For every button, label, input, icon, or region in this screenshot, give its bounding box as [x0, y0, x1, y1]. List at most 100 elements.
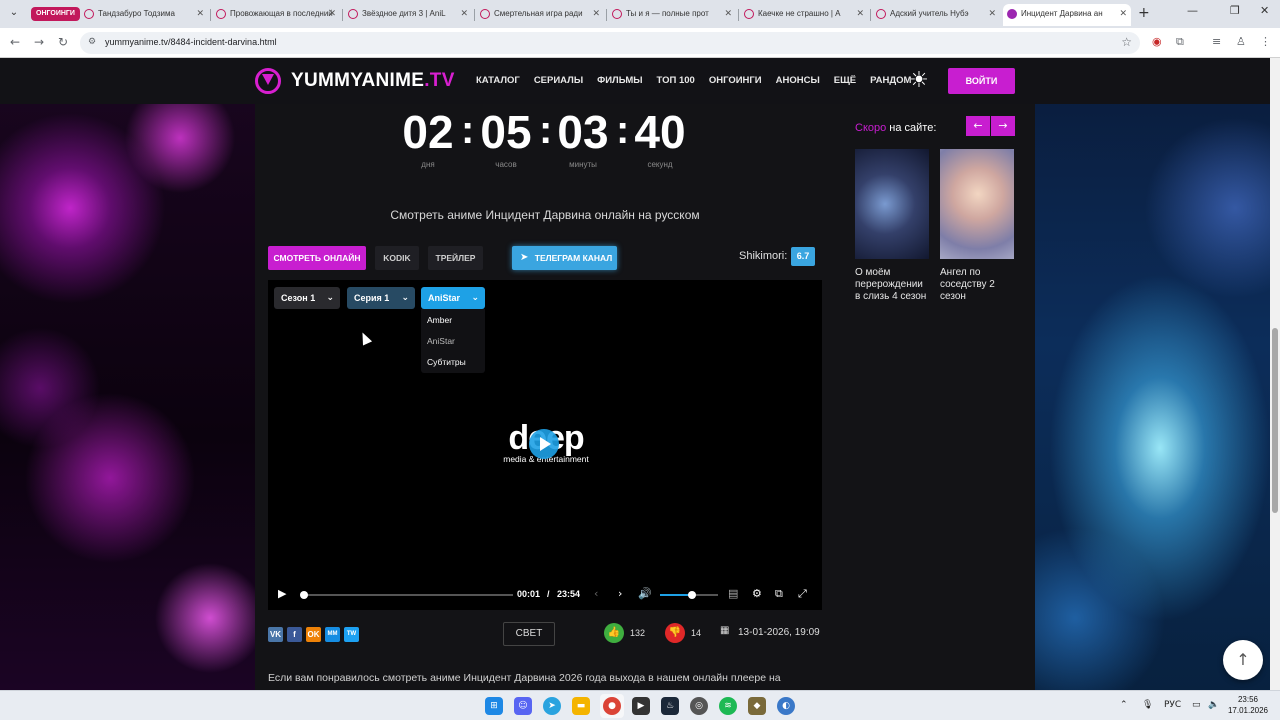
- menu-icon[interactable]: ⋮: [1260, 35, 1271, 48]
- browser-tab-active[interactable]: Инцидент Дарвина ан ✕: [1003, 4, 1131, 26]
- nav-item-top100[interactable]: ТОП 100: [657, 75, 695, 86]
- forward-icon[interactable]: →: [34, 35, 44, 49]
- monitor-icon[interactable]: ▭: [1192, 700, 1201, 710]
- page-scrollbar[interactable]: [1270, 58, 1280, 690]
- coming-soon-card[interactable]: Ангел по соседству 2 сезон: [940, 149, 1014, 303]
- theme-toggle-sun-icon[interactable]: ☀: [907, 69, 931, 93]
- subtitles-icon[interactable]: ▤: [728, 587, 738, 600]
- app-icon[interactable]: ◎: [690, 697, 708, 715]
- app-icon[interactable]: ◐: [777, 697, 795, 715]
- next-episode-icon[interactable]: ›: [618, 587, 622, 600]
- nav-item-catalog[interactable]: КАТАЛОГ: [476, 75, 520, 86]
- browser-tab[interactable]: Звёздное дитя 3 | AniL ✕: [344, 4, 472, 26]
- volume-slider[interactable]: [660, 591, 718, 599]
- nav-item-announcements[interactable]: АНОНСЫ: [776, 75, 820, 86]
- progress-handle[interactable]: [300, 591, 308, 599]
- media-icon[interactable]: ≡: [1212, 35, 1221, 48]
- volume-handle[interactable]: [687, 591, 696, 599]
- browser-tab[interactable]: Тандзабуро Тодзима ✕: [80, 4, 208, 26]
- scrollbar-thumb[interactable]: [1272, 328, 1278, 513]
- light-toggle-button[interactable]: СВЕТ: [503, 622, 555, 646]
- chrome-icon[interactable]: ●: [603, 697, 621, 715]
- popout-icon[interactable]: ⧉: [775, 587, 783, 601]
- file-explorer-icon[interactable]: ▬: [572, 697, 590, 715]
- nav-item-ongoings[interactable]: ОНГОИНГИ: [709, 75, 762, 86]
- tab-search-icon[interactable]: ⌄: [6, 5, 22, 21]
- close-tab-icon[interactable]: ✕: [592, 4, 600, 24]
- bookmark-star-icon[interactable]: ☆: [1121, 35, 1132, 49]
- play-icon[interactable]: ▶: [278, 587, 286, 600]
- arrow-right-icon[interactable]: →: [991, 116, 1015, 136]
- close-tab-icon[interactable]: ✕: [328, 4, 336, 24]
- nav-item-more[interactable]: ЕЩЁ: [834, 75, 856, 86]
- url-field[interactable]: ⚙ yummyanime.tv/8484-incident-darvina.ht…: [80, 32, 1140, 54]
- tab-group-label[interactable]: ОНГОИНГИ: [31, 7, 80, 21]
- tray-chevron-icon[interactable]: ⌃: [1120, 700, 1128, 710]
- coming-soon-card[interactable]: О моём перерождении в слизь 4 сезон: [855, 149, 929, 303]
- close-tab-icon[interactable]: ✕: [460, 4, 468, 24]
- nav-item-random[interactable]: РАНДОМ: [870, 75, 911, 86]
- input-language[interactable]: РУС: [1164, 700, 1181, 710]
- video-player[interactable]: Сезон 1 ⌄ Серия 1 ⌄ AniStar ⌄ Amber AniS…: [268, 280, 822, 610]
- kodik-button[interactable]: KODIK: [375, 246, 419, 270]
- share-facebook-button[interactable]: f: [287, 627, 302, 642]
- nav-item-series[interactable]: СЕРИАЛЫ: [534, 75, 583, 86]
- back-icon[interactable]: ←: [10, 35, 20, 49]
- steam-icon[interactable]: ♨: [661, 697, 679, 715]
- anime-poster[interactable]: [940, 149, 1014, 259]
- nav-item-films[interactable]: ФИЛЬМЫ: [597, 75, 642, 86]
- trailer-button[interactable]: ТРЕЙЛЕР: [428, 246, 483, 270]
- scroll-to-top-button[interactable]: ↑: [1223, 640, 1263, 680]
- minimize-icon[interactable]: —: [1187, 4, 1198, 17]
- anime-title[interactable]: Ангел по соседству 2 сезон: [940, 267, 1014, 303]
- profile-icon[interactable]: ♙: [1236, 35, 1246, 48]
- browser-tab[interactable]: Ты и я — полные прот ✕: [608, 4, 736, 26]
- microphone-icon[interactable]: 🎙: [1142, 700, 1153, 710]
- voice-option[interactable]: Amber: [427, 315, 452, 325]
- watch-online-button[interactable]: СМОТРЕТЬ ОНЛАЙН: [268, 246, 366, 270]
- season-select[interactable]: Сезон 1 ⌄: [274, 287, 340, 309]
- close-tab-icon[interactable]: ✕: [196, 4, 204, 24]
- login-button[interactable]: ВОЙТИ: [948, 68, 1015, 94]
- voice-select[interactable]: AniStar ⌄: [421, 287, 485, 309]
- browser-tab[interactable]: Адский учитель Нубэ ✕: [872, 4, 1000, 26]
- spotify-icon[interactable]: ≋: [719, 697, 737, 715]
- previous-episode-icon[interactable]: ‹: [594, 587, 598, 600]
- browser-tab[interactable]: Каечке не страшно | А ✕: [740, 4, 868, 26]
- system-clock[interactable]: 23:56 17.01.2026: [1226, 694, 1270, 716]
- fullscreen-icon[interactable]: ⤢: [798, 587, 807, 601]
- media-app-icon[interactable]: ▶: [632, 697, 650, 715]
- progress-bar[interactable]: [300, 591, 513, 599]
- browser-tab[interactable]: Смертельная игра ради ✕: [476, 4, 604, 26]
- telegram-icon[interactable]: ➤: [543, 697, 561, 715]
- app-icon[interactable]: ◆: [748, 697, 766, 715]
- share-vk-button[interactable]: VK: [268, 627, 283, 642]
- discord-icon[interactable]: ☺: [514, 697, 532, 715]
- maximize-icon[interactable]: ❐: [1230, 4, 1240, 17]
- reload-icon[interactable]: ↻: [58, 35, 68, 49]
- site-logo[interactable]: YUMMYANIME.TV: [291, 70, 455, 92]
- big-play-button[interactable]: [529, 429, 559, 459]
- extensions-puzzle-icon[interactable]: ⧉: [1176, 35, 1184, 49]
- volume-icon[interactable]: 🔊: [638, 587, 652, 600]
- browser-tab[interactable]: Провожающая в последний ✕: [212, 4, 340, 26]
- anime-poster[interactable]: [855, 149, 929, 259]
- start-windows-icon[interactable]: ⊞: [485, 697, 503, 715]
- telegram-channel-button[interactable]: ➤ ТЕЛЕГРАМ КАНАЛ: [512, 246, 617, 270]
- thumbs-down-icon[interactable]: 👎: [665, 623, 685, 643]
- share-mailru-button[interactable]: MM: [325, 627, 340, 642]
- settings-gear-icon[interactable]: ⚙: [752, 587, 762, 600]
- share-ok-button[interactable]: OK: [306, 627, 321, 642]
- anime-title[interactable]: О моём перерождении в слизь 4 сезон: [855, 267, 929, 303]
- close-tab-icon[interactable]: ✕: [1119, 4, 1127, 24]
- speaker-icon[interactable]: 🔈: [1208, 700, 1219, 710]
- close-window-icon[interactable]: ✕: [1260, 4, 1269, 17]
- new-tab-icon[interactable]: +: [1138, 5, 1150, 21]
- episode-select[interactable]: Серия 1 ⌄: [347, 287, 415, 309]
- close-tab-icon[interactable]: ✕: [724, 4, 732, 24]
- extension-icon[interactable]: ◉: [1152, 35, 1162, 48]
- share-twitter-button[interactable]: TW: [344, 627, 359, 642]
- close-tab-icon[interactable]: ✕: [856, 4, 864, 24]
- arrow-left-icon[interactable]: ←: [966, 116, 990, 136]
- voice-option-selected[interactable]: AniStar: [427, 336, 455, 346]
